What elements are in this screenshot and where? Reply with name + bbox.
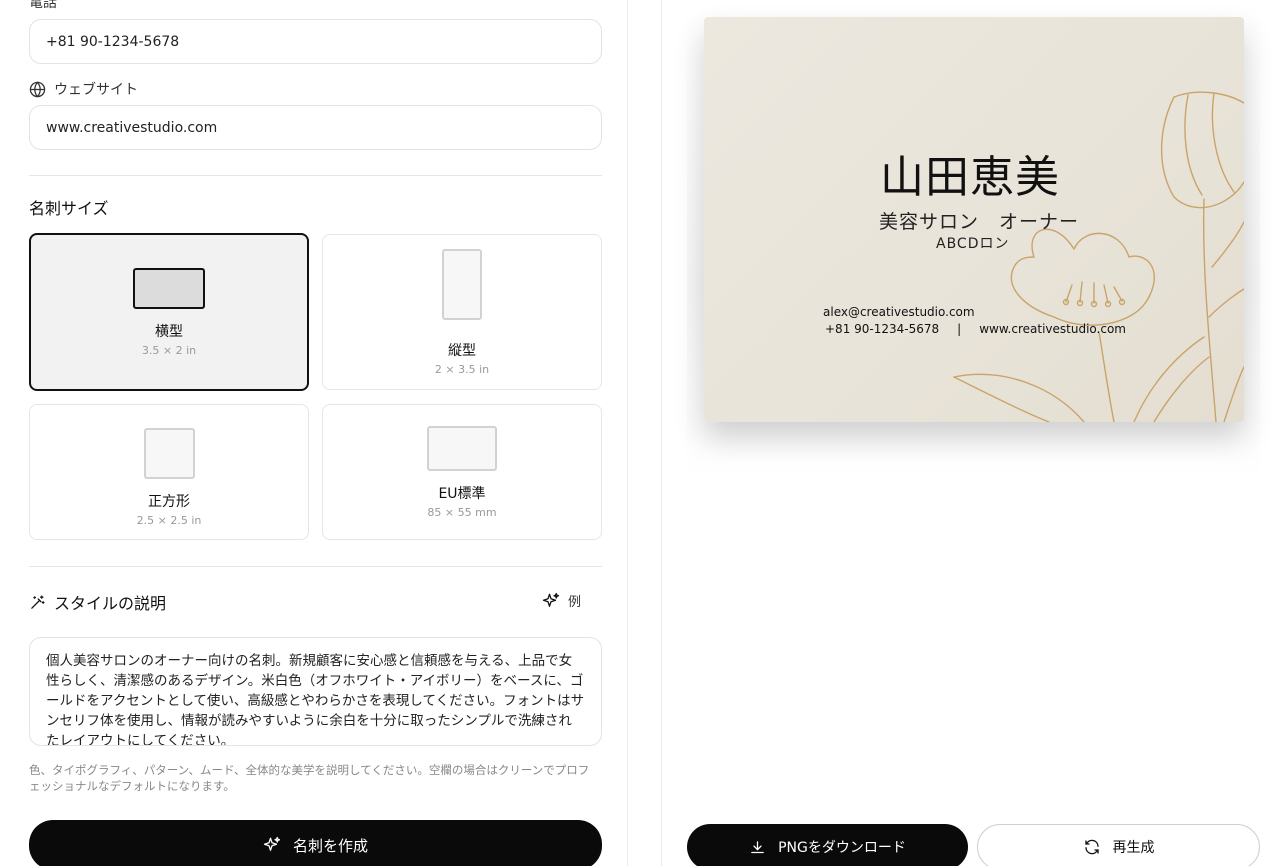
card-name: 山田恵美 [880,152,1060,203]
globe-icon [29,80,46,98]
phone-label: 電話 [29,0,57,11]
website-label: ウェブサイト [54,82,138,98]
style-description-text: 個人美容サロンのオーナー向けの名刺。新規顧客に安心感と信頼感を与える、上品で女性… [46,653,585,746]
form-panel: 電話 +81 90-1234-5678 ウェブサイト www.creatives… [0,0,628,866]
style-title: スタイルの説明 [54,594,167,613]
size-name: 横型 [155,323,183,340]
example-button[interactable]: 例 [542,591,581,610]
card-email: alex@creativestudio.com [823,305,975,319]
regenerate-label: 再生成 [1112,840,1155,856]
size-dim: 2.5 × 2.5 in [136,513,202,527]
size-section-title: 名刺サイズ [29,199,109,218]
sparkles-icon [542,592,560,610]
refresh-icon [1083,838,1101,856]
card-separator: | [957,322,962,336]
size-dim: 85 × 55 mm [427,505,497,519]
create-card-button[interactable]: 名刺を作成 [29,820,602,866]
business-card-preview: 山田恵美 美容サロン オーナー ABCDロン alex@creativestud… [704,17,1244,422]
sparkles-icon [263,836,281,854]
card-job-title: 美容サロン オーナー [879,211,1080,233]
portrait-shape-icon [442,248,482,320]
regenerate-button[interactable]: 再生成 [977,824,1260,866]
website-label-row: ウェブサイト [29,79,138,99]
card-company: ABCDロン [936,236,1010,252]
size-name: 正方形 [148,493,190,510]
download-png-button[interactable]: PNGをダウンロード [687,824,968,866]
size-name: 縦型 [448,342,476,359]
size-option-portrait[interactable]: 縦型 2 × 3.5 in [322,234,602,390]
divider [29,566,602,567]
phone-input[interactable]: +81 90-1234-5678 [29,19,602,64]
landscape-shape-icon [133,267,205,309]
size-option-landscape[interactable]: 横型 3.5 × 2 in [29,233,309,391]
card-contact-row: +81 90-1234-5678 | www.creativestudio.co… [825,322,1126,336]
create-card-label: 名刺を作成 [292,836,368,855]
phone-value: +81 90-1234-5678 [46,33,180,50]
size-option-eu[interactable]: EU標準 85 × 55 mm [322,404,602,540]
preview-panel: 山田恵美 美容サロン オーナー ABCDロン alex@creativestud… [661,0,1280,866]
style-section-header: スタイルの説明 [29,590,166,614]
card-website: www.creativestudio.com [979,322,1126,336]
size-name: EU標準 [438,485,486,502]
square-shape-icon [143,427,195,479]
download-icon [749,839,766,856]
website-value: www.creativestudio.com [46,119,218,136]
divider [29,175,602,176]
website-input[interactable]: www.creativestudio.com [29,105,602,150]
style-description-textarea[interactable]: 個人美容サロンのオーナー向けの名刺。新規顧客に安心感と信頼感を与える、上品で女性… [29,637,602,746]
size-option-square[interactable]: 正方形 2.5 × 2.5 in [29,404,309,540]
download-label: PNGをダウンロード [778,840,906,856]
magic-wand-icon [29,594,46,611]
card-phone: +81 90-1234-5678 [825,322,940,336]
size-dim: 2 × 3.5 in [434,362,490,376]
style-hint: 色、タイポグラフィ、パターン、ムード、全体的な美学を説明してください。空欄の場合… [29,763,590,793]
example-label: 例 [568,595,582,610]
eu-shape-icon [427,425,497,471]
size-dim: 3.5 × 2 in [141,343,197,357]
